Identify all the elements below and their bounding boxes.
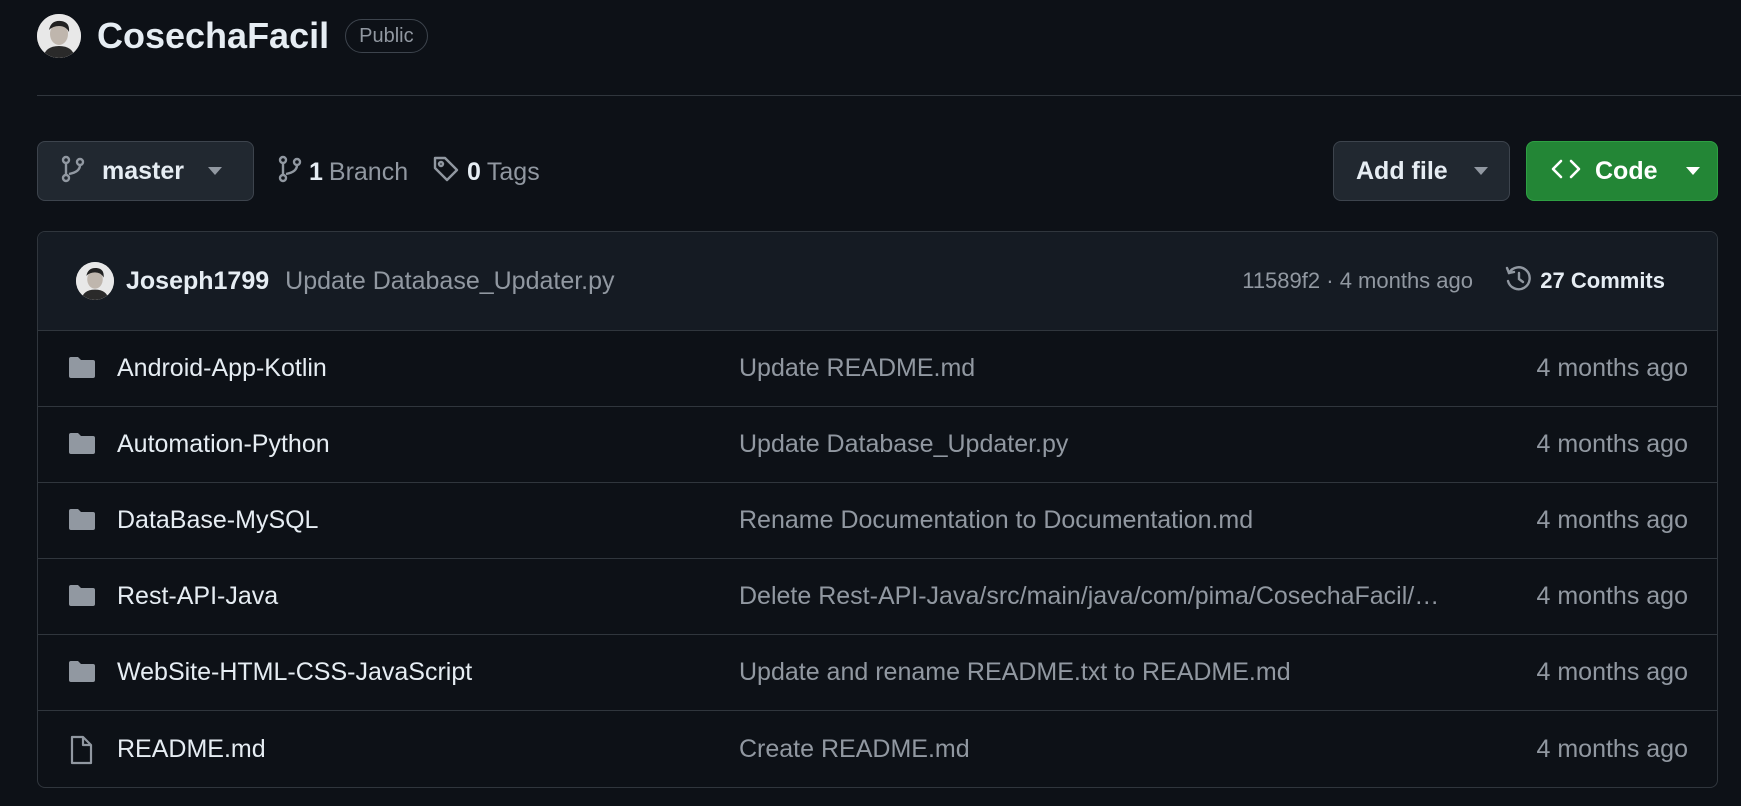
branch-label: Branch <box>328 158 409 186</box>
file-row[interactable]: README.md Create README.md 4 months ago <box>38 711 1717 787</box>
chevron-down-icon <box>208 167 222 175</box>
file-name-link[interactable]: Android-App-Kotlin <box>117 354 327 383</box>
tag-icon <box>432 155 460 190</box>
file-icon <box>68 735 94 770</box>
file-row[interactable]: WebSite-HTML-CSS-JavaScript Update and re… <box>38 635 1717 711</box>
file-commit-message-link[interactable]: Update and rename README.txt to README.m… <box>739 658 1459 687</box>
folder-icon <box>68 431 96 460</box>
file-date: 4 months ago <box>1536 354 1689 382</box>
file-name-link[interactable]: DataBase-MySQL <box>117 506 318 535</box>
repo-page: CosechaFacil Public master 1 Branch 0 Ta… <box>0 0 1741 806</box>
file-name-link[interactable]: README.md <box>117 735 266 764</box>
file-row[interactable]: Automation-Python Update Database_Updater… <box>38 407 1717 483</box>
history-icon <box>1504 264 1534 299</box>
file-name-link[interactable]: Automation-Python <box>117 430 330 459</box>
tags-link[interactable]: 0 Tags <box>432 155 540 190</box>
folder-icon <box>68 507 96 536</box>
git-branch-icon <box>278 155 302 190</box>
commit-message-link[interactable]: Update Database_Updater.py <box>285 267 614 296</box>
chevron-down-icon <box>1473 167 1488 175</box>
file-list: Android-App-Kotlin Update README.md 4 mont… <box>38 331 1717 787</box>
git-branch-icon <box>61 155 85 188</box>
add-file-label: Add file <box>1356 156 1448 185</box>
branches-link[interactable]: 1 Branch <box>278 155 408 190</box>
commit-age: 4 months ago <box>1339 268 1473 293</box>
add-file-button[interactable]: Add file <box>1333 141 1510 201</box>
chevron-down-icon <box>1685 167 1700 175</box>
file-name-link[interactable]: Rest-API-Java <box>117 582 278 611</box>
file-commit-message-link[interactable]: Update README.md <box>739 354 1459 383</box>
code-icon <box>1551 157 1581 186</box>
tag-count: 0 <box>467 158 481 186</box>
file-date: 4 months ago <box>1536 430 1689 458</box>
author-avatar[interactable] <box>76 262 114 300</box>
file-row[interactable]: Android-App-Kotlin Update README.md 4 mont… <box>38 331 1717 407</box>
branch-selector-button[interactable]: master <box>37 141 254 201</box>
header-divider <box>37 95 1741 96</box>
file-row[interactable]: Rest-API-Java Delete Rest-API-Java/src/ma… <box>38 559 1717 635</box>
branch-count: 1 <box>309 158 323 186</box>
repo-name[interactable]: CosechaFacil <box>97 15 329 57</box>
file-row[interactable]: DataBase-MySQL Rename Documentation to Do… <box>38 483 1717 559</box>
folder-icon <box>68 583 96 612</box>
file-commit-message-link[interactable]: Update Database_Updater.py <box>739 430 1459 459</box>
file-commit-message-link[interactable]: Create README.md <box>739 735 1459 764</box>
branch-name: master <box>102 156 184 185</box>
commit-sha-link[interactable]: 11589f2 <box>1242 268 1320 294</box>
tag-label: Tags <box>486 158 540 186</box>
commit-author-link[interactable]: Joseph1799 <box>126 267 269 296</box>
commit-meta: 11589f2 · 4 months ago <box>1242 232 1473 330</box>
commit-meta-separator: · <box>1320 268 1340 293</box>
commit-count: 27 Commits <box>1540 268 1665 293</box>
visibility-badge: Public <box>345 19 428 53</box>
file-date: 4 months ago <box>1536 582 1689 610</box>
owner-avatar[interactable] <box>37 14 81 58</box>
code-button[interactable]: Code <box>1526 141 1718 201</box>
folder-icon <box>68 659 96 688</box>
file-browser: Joseph1799 Update Database_Updater.py 11… <box>37 231 1718 788</box>
folder-icon <box>68 355 96 384</box>
file-date: 4 months ago <box>1536 734 1689 763</box>
file-date: 4 months ago <box>1536 658 1689 686</box>
file-commit-message-link[interactable]: Rename Documentation to Documentation.md <box>739 506 1459 535</box>
commits-history-link[interactable]: 27 Commits <box>1504 232 1665 330</box>
code-label: Code <box>1595 156 1658 185</box>
repo-header: CosechaFacil Public <box>37 14 428 58</box>
latest-commit-bar: Joseph1799 Update Database_Updater.py 11… <box>38 232 1717 331</box>
file-date: 4 months ago <box>1536 506 1689 534</box>
file-commit-message-link[interactable]: Delete Rest-API-Java/src/main/java/com/p… <box>739 582 1459 611</box>
file-name-link[interactable]: WebSite-HTML-CSS-JavaScript <box>117 658 472 687</box>
